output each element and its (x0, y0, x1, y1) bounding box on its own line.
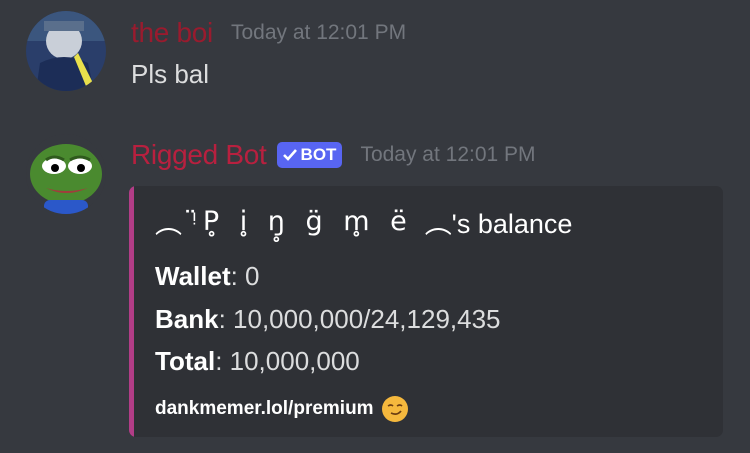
embed-title-name: ᵎ̈P̥ i̥ ŋ̥ g̈ m̥ ë (192, 206, 413, 237)
embed-footer: dankmemer.lol/premium (155, 396, 408, 422)
smirk-face (382, 397, 407, 421)
embed-accent-bar (129, 186, 134, 437)
user-avatar-image (26, 11, 106, 91)
bank-label: Bank (155, 304, 219, 334)
bank-row: Bank: 10,000,000/24,129,435 (155, 304, 501, 335)
embed-title-suffix: ︵'s balance (424, 209, 573, 239)
bank-value: : 10,000,000/24,129,435 (218, 304, 501, 334)
pepe-avatar-image (26, 134, 106, 214)
bot-tag: BOT (276, 142, 343, 168)
wallet-label: Wallet (155, 261, 231, 291)
embed-footer-text[interactable]: dankmemer.lol/premium (155, 398, 374, 420)
wallet-value: : 0 (230, 261, 260, 291)
embed-title: ︵ ᵎ̈P̥ i̥ ŋ̥ g̈ m̥ ë ︵'s balance (155, 202, 572, 241)
message-text: Pls bal (131, 59, 210, 89)
avatar[interactable] (26, 134, 106, 214)
total-row: Total: 10,000,000 (155, 346, 360, 377)
total-value: : 10,000,000 (215, 346, 360, 376)
username[interactable]: Rigged Bot (131, 139, 267, 171)
timestamp: Today at 12:01 PM (360, 143, 536, 166)
username[interactable]: the boi (131, 17, 213, 49)
total-label: Total (155, 346, 216, 376)
verified-check-icon (282, 149, 297, 161)
smirk-emoji-icon (381, 396, 408, 422)
balance-embed: ︵ ᵎ̈P̥ i̥ ŋ̥ g̈ m̥ ë ︵'s balance Wallet:… (129, 186, 723, 437)
embed-title-prefix: ︵ (155, 209, 182, 239)
avatar[interactable] (26, 11, 106, 91)
message-the-boi: the boi Today at 12:01 PM Pls bal (0, 0, 750, 120)
bot-tag-label: BOT (300, 145, 337, 164)
timestamp: Today at 12:01 PM (230, 21, 407, 44)
wallet-row: Wallet: 0 (155, 261, 260, 292)
